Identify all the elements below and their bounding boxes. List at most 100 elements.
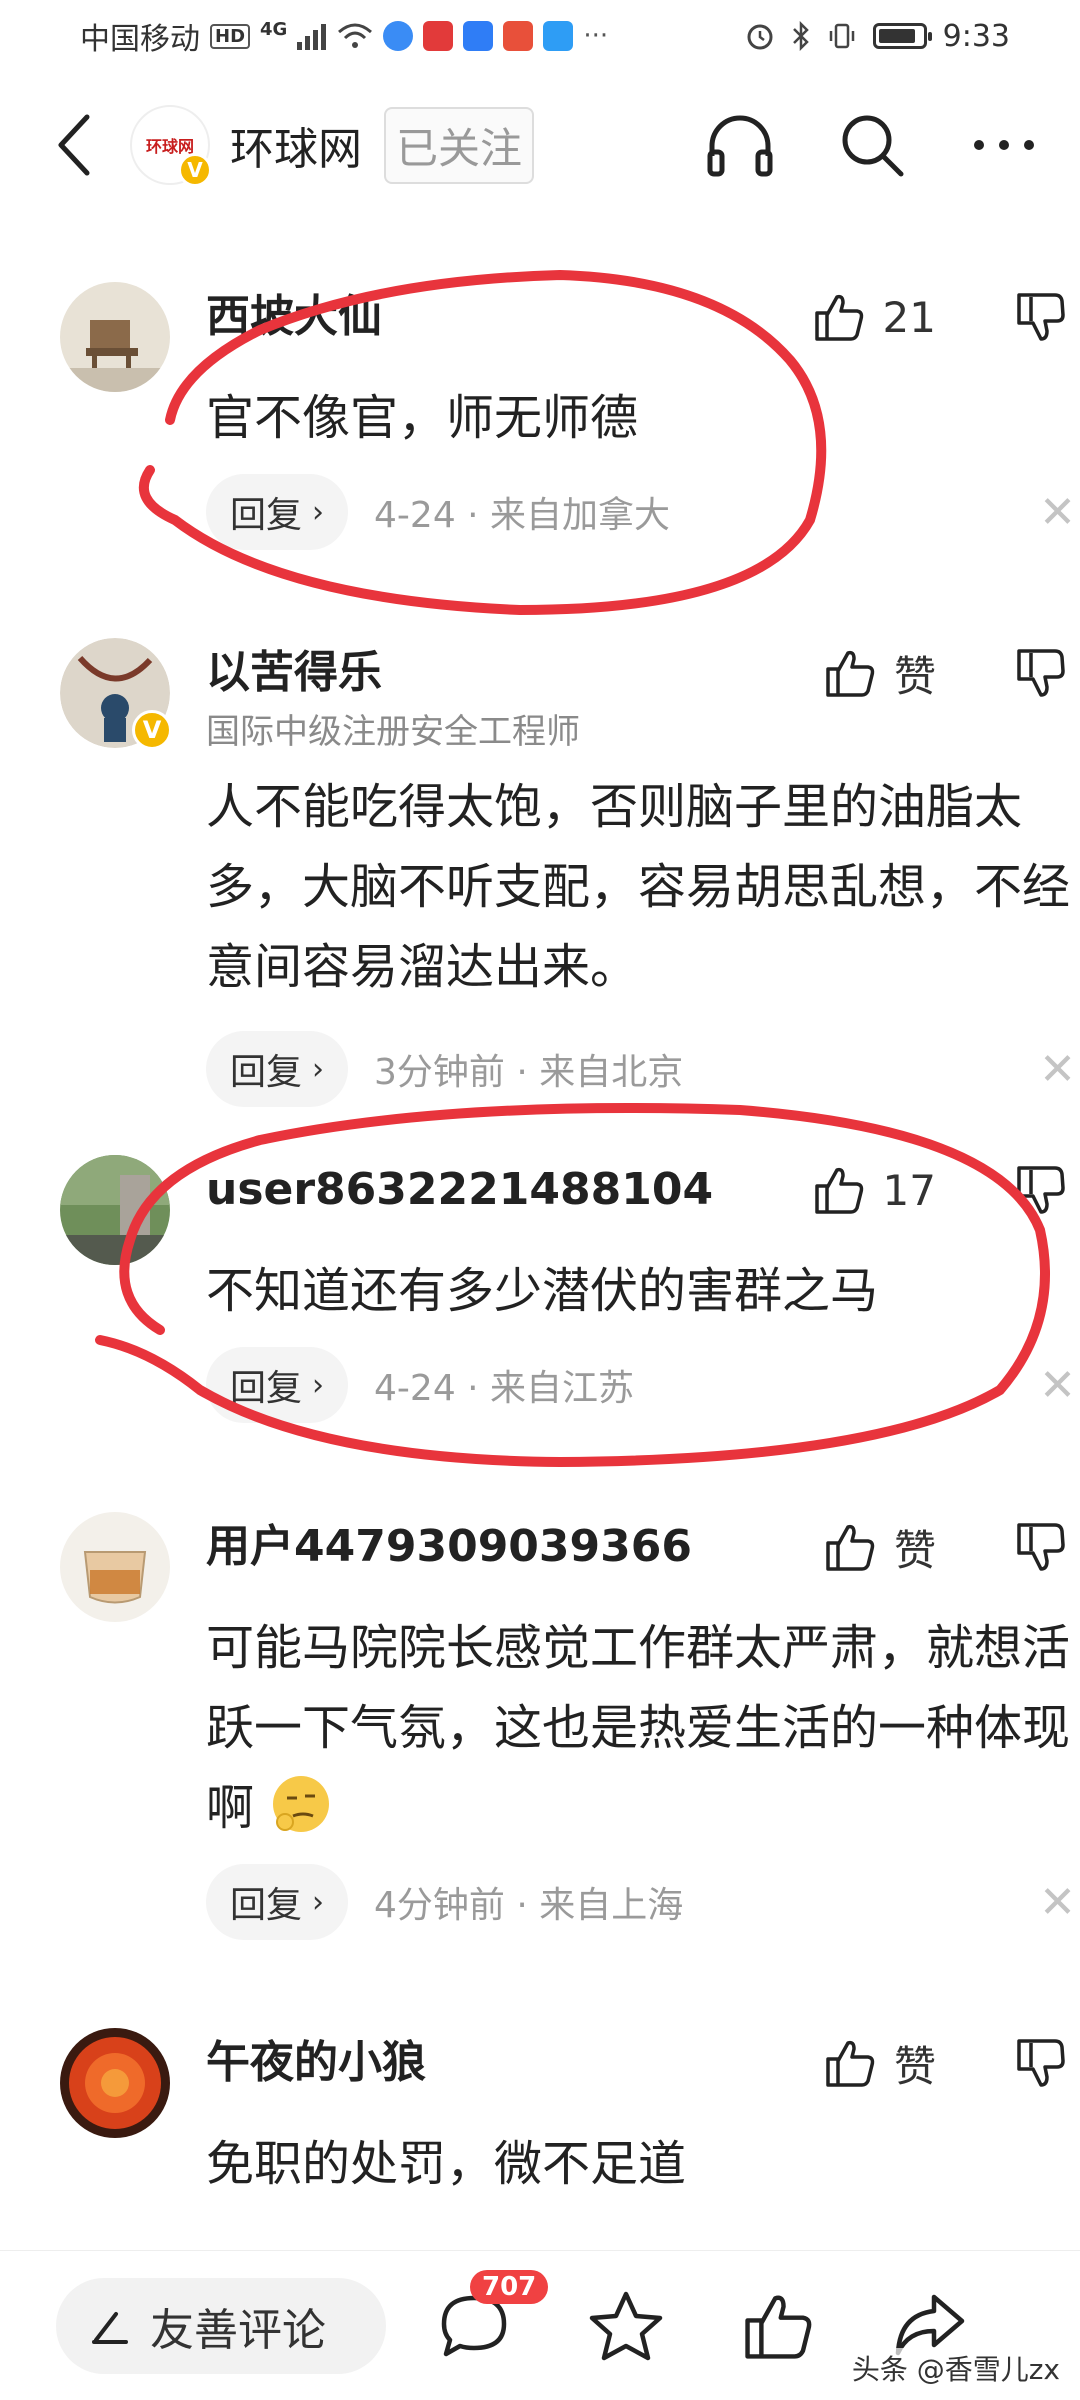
dislike-button[interactable] xyxy=(1006,1155,1076,1225)
wifi-icon xyxy=(338,23,373,48)
dislike-button[interactable] xyxy=(1006,282,1076,352)
like-button[interactable]: 17 xyxy=(813,1155,936,1225)
thumbs-down-icon xyxy=(1017,293,1065,341)
comment-meta: 3分钟前 · 来自北京 xyxy=(374,1052,684,1093)
dislike-button[interactable] xyxy=(1006,638,1076,708)
comment-meta: 4-24 · 来自江苏 xyxy=(374,1368,635,1409)
comment-text: 可能马院院长感觉工作群太严肃，就想活跃一下气氛，这也是热爱生活的一种体现啊 xyxy=(206,1620,1071,1836)
thumbs-up-icon xyxy=(826,650,875,697)
close-icon[interactable]: ✕ xyxy=(1039,1360,1076,1411)
comment-author[interactable]: 以苦得乐 xyxy=(206,638,1076,708)
thumbs-up-icon xyxy=(814,294,863,341)
app-notification-icon xyxy=(543,21,574,51)
dislike-button[interactable] xyxy=(1006,2028,1076,2098)
network-label: 4G xyxy=(260,18,288,40)
follow-button[interactable]: 已关注 xyxy=(384,106,535,184)
like-button[interactable]: 赞 xyxy=(824,638,936,708)
thumbs-down-icon xyxy=(1017,1166,1065,1214)
avatar[interactable] xyxy=(60,282,170,392)
more-icon xyxy=(974,140,1034,150)
thumbs-down-icon xyxy=(1017,2039,1065,2087)
thumbs-up-icon xyxy=(814,1167,863,1214)
like-count: 17 xyxy=(882,1165,936,1215)
bluetooth-icon xyxy=(792,21,809,51)
reply-label: 回复 xyxy=(230,1885,303,1926)
avatar[interactable] xyxy=(60,1155,170,1265)
like-label: 赞 xyxy=(893,2041,936,2091)
clock: 9:33 xyxy=(942,18,1010,54)
like-count: 21 xyxy=(882,292,936,342)
app-notification-icon xyxy=(383,21,414,51)
logo-text: 环球网 xyxy=(145,137,194,156)
headphones-icon xyxy=(707,115,773,177)
app-notification-icon xyxy=(503,21,534,51)
comment-meta: 4分钟前 · 来自上海 xyxy=(374,1885,684,1926)
more-button[interactable] xyxy=(968,109,1040,181)
comment-item: 西坡大仙 21 官不像官，师无师德 回复 › 4-24 · 来自加拿大 ✕ xyxy=(0,282,1080,550)
reply-label: 回复 xyxy=(230,495,303,536)
comment-item: 用户4479309039366 赞 可能马院院长感觉工作群太严肃，就想活跃一下气… xyxy=(0,1512,1080,1940)
comments-button[interactable]: 707 xyxy=(434,2269,549,2366)
thumbs-up-icon xyxy=(826,1524,875,1571)
comment-placeholder: 友善评论 xyxy=(150,2304,326,2356)
comment-text: 免职的处罚，微不足道 xyxy=(206,2136,687,2192)
bottom-action-bar: 友善评论 707 头条 @香雪儿zx xyxy=(0,2250,1080,2400)
comment-text-wrap: 可能马院院长感觉工作群太严肃，就想活跃一下气氛，这也是热爱生活的一种体现啊 xyxy=(206,1608,1076,1848)
article-header: 环球网 V 环球网 已关注 xyxy=(0,80,1080,210)
status-bar: 中国移动 HD 4G ··· 9:33 xyxy=(0,0,1080,72)
comment-count-badge: 707 xyxy=(470,2269,549,2304)
like-button[interactable]: 21 xyxy=(813,282,936,352)
like-button[interactable]: 赞 xyxy=(824,2028,936,2098)
comment-input[interactable]: 友善评论 xyxy=(56,2277,386,2374)
close-icon[interactable]: ✕ xyxy=(1039,487,1076,538)
search-button[interactable] xyxy=(836,109,908,181)
listen-button[interactable] xyxy=(704,109,776,181)
source-avatar[interactable]: 环球网 V xyxy=(130,105,212,187)
like-article-button[interactable] xyxy=(738,2286,818,2366)
avatar[interactable] xyxy=(60,1512,170,1622)
app-notification-icon xyxy=(463,21,494,51)
battery-icon xyxy=(872,23,932,49)
pen-icon xyxy=(92,2311,128,2344)
reply-button[interactable]: 回复 › xyxy=(206,1347,349,1423)
alarm-icon xyxy=(747,24,773,50)
comment-author[interactable]: user8632221488104 xyxy=(206,1155,1076,1225)
thumbs-up-icon xyxy=(745,2295,812,2359)
chevron-right-icon: › xyxy=(312,1884,325,1920)
app-notification-icon xyxy=(423,21,454,51)
vibrate-icon xyxy=(829,23,854,49)
comment-item: V 以苦得乐 国际中级注册安全工程师 赞 人不能吃得太饱，否则脑子里的油脂太多，… xyxy=(0,638,1080,1107)
thumbs-down-icon xyxy=(1017,649,1065,697)
source-name[interactable]: 环球网 xyxy=(230,113,362,177)
signal-icon xyxy=(297,24,327,50)
back-button[interactable] xyxy=(40,100,110,190)
close-icon[interactable]: ✕ xyxy=(1039,1044,1076,1095)
comment-text: 人不能吃得太饱，否则脑子里的油脂太多，大脑不听支配，容易胡思乱想，不经意间容易溜… xyxy=(206,779,1071,995)
reply-button[interactable]: 回复 › xyxy=(206,1864,349,1940)
comment-item: 午夜的小狼 赞 免职的处罚，微不足道 xyxy=(0,2028,1080,2204)
comment-author[interactable]: 用户4479309039366 xyxy=(206,1512,1076,1582)
like-label: 赞 xyxy=(893,1525,936,1575)
like-button[interactable]: 赞 xyxy=(824,1512,936,1582)
avatar[interactable]: V xyxy=(60,638,172,750)
reply-button[interactable]: 回复 › xyxy=(206,1031,349,1107)
avatar[interactable] xyxy=(60,2028,170,2138)
comment-meta: 4-24 · 来自加拿大 xyxy=(374,495,671,536)
close-icon[interactable]: ✕ xyxy=(1039,1877,1076,1928)
comment-text: 官不像官，师无师德 xyxy=(206,390,639,446)
comment-author[interactable]: 午夜的小狼 xyxy=(206,2028,1076,2098)
more-notifications-icon: ··· xyxy=(583,21,609,51)
reply-button[interactable]: 回复 › xyxy=(206,474,349,550)
search-icon xyxy=(842,115,904,177)
thinking-emoji-icon xyxy=(273,1776,330,1832)
verified-badge: V xyxy=(178,153,212,187)
carrier-label: 中国移动 xyxy=(80,22,200,57)
dislike-button[interactable] xyxy=(1006,1512,1076,1582)
comment-author[interactable]: 西坡大仙 xyxy=(206,282,1076,352)
watermark: 头条 @香雪儿zx xyxy=(851,2348,1060,2388)
like-label: 赞 xyxy=(893,651,936,701)
reply-label: 回复 xyxy=(230,1368,303,1409)
hd-badge: HD xyxy=(210,23,251,49)
chevron-right-icon: › xyxy=(312,1367,325,1403)
favorite-button[interactable] xyxy=(586,2286,666,2366)
